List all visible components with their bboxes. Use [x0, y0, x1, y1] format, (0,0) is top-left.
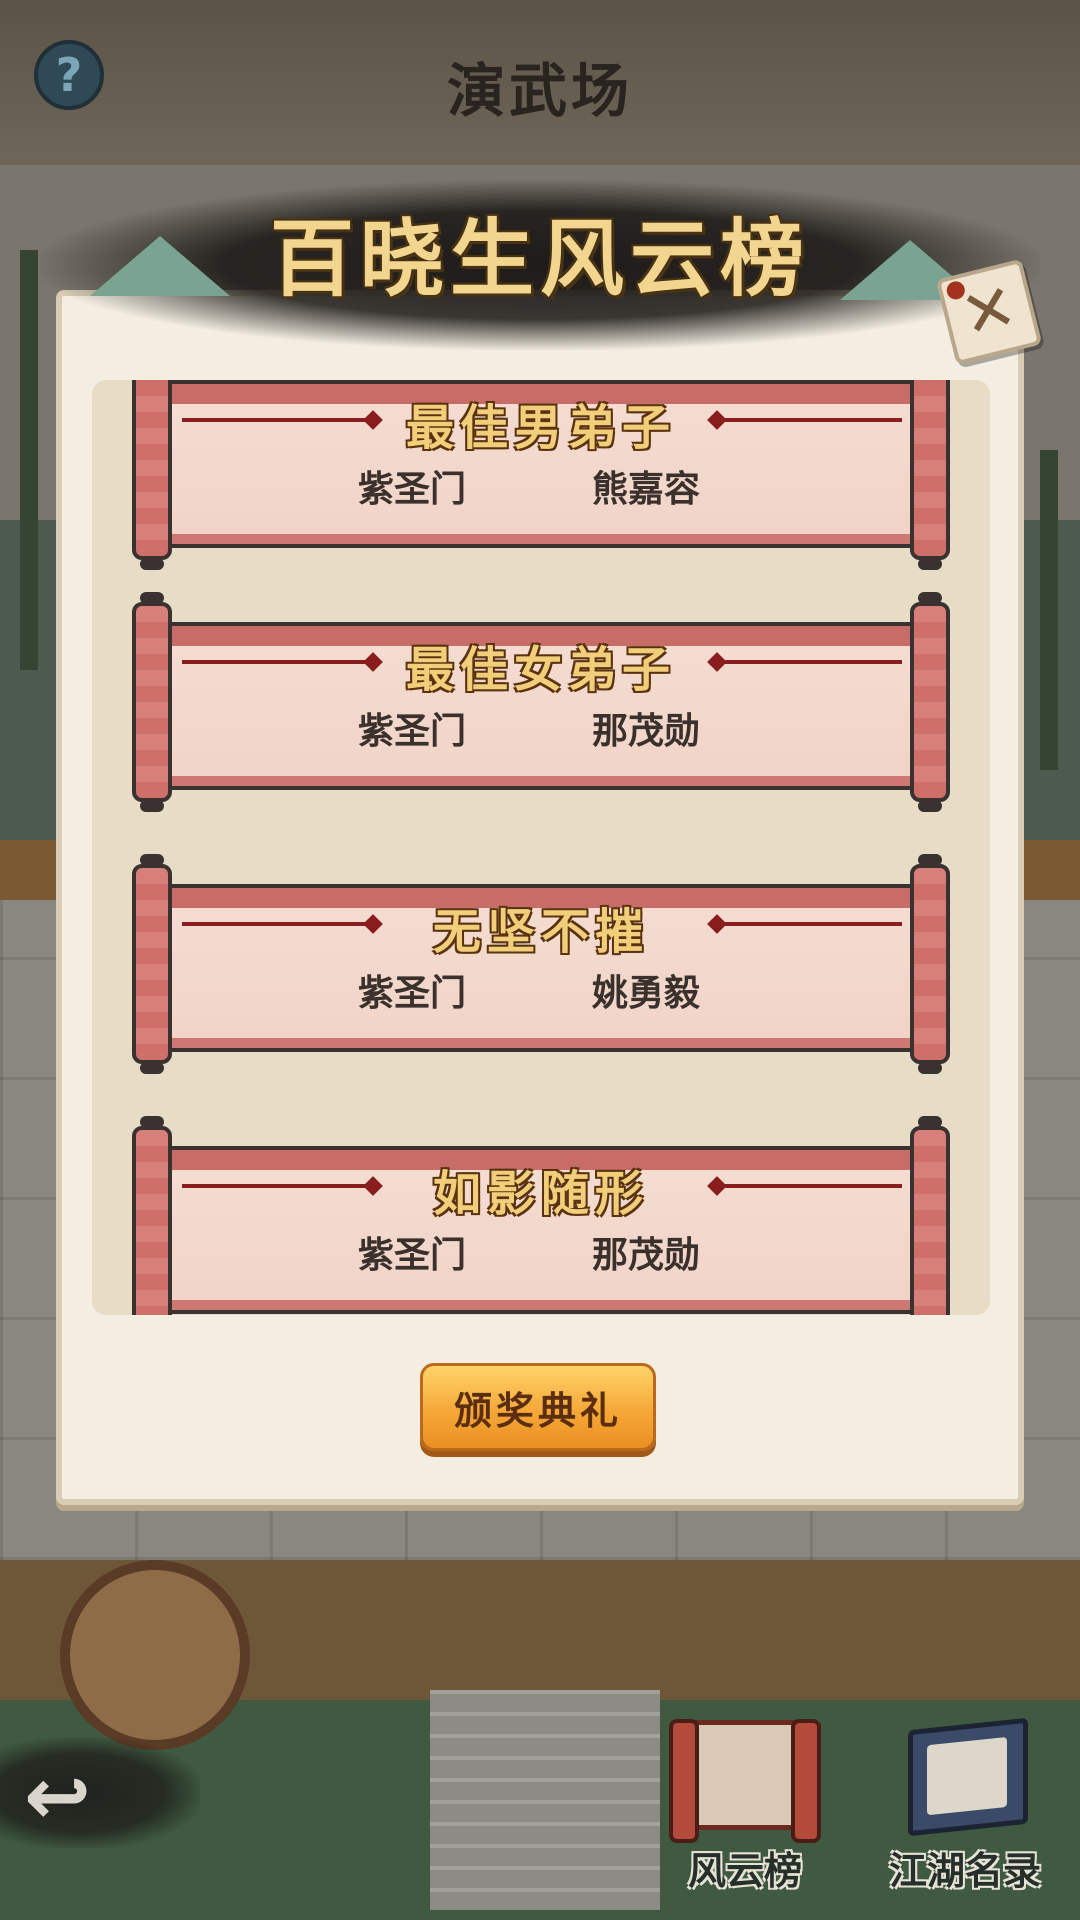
- nav-ranking-button[interactable]: 风云榜: [660, 1719, 830, 1910]
- scroll-roller-right: [910, 380, 950, 570]
- decor-line-right: [712, 660, 902, 664]
- decor-line-right: [712, 922, 902, 926]
- decor-line-right: [712, 1184, 902, 1188]
- nav-ranking-label: 风云榜: [687, 1849, 802, 1893]
- award-title: 如影随形: [432, 1166, 649, 1222]
- scroll-roller-right: [910, 592, 950, 812]
- award-sect: 紫圣门: [358, 469, 467, 510]
- nav-roster-label: 江湖名录: [888, 1849, 1041, 1893]
- award-ceremony-label: 颁奖典礼: [453, 1388, 622, 1433]
- award-title: 最佳女弟子: [405, 642, 676, 698]
- scroll-roller-left: [132, 1116, 172, 1315]
- top-bar: ? 演武场: [0, 0, 1080, 165]
- scroll-roller-right: [910, 854, 950, 1074]
- award-winner: 那茂勋: [592, 711, 701, 752]
- banner-title: 百晓生风云榜: [269, 209, 810, 308]
- decor-line-left: [182, 922, 372, 926]
- award-ceremony-button[interactable]: 颁奖典礼: [420, 1363, 656, 1451]
- close-icon: ✕: [954, 269, 1024, 355]
- award-title: 最佳男弟子: [405, 400, 676, 456]
- award-item: 无坚不摧 紫圣门 姚勇毅: [132, 854, 950, 1074]
- scroll-roller-right: [910, 1116, 950, 1315]
- decor-line-left: [182, 418, 372, 422]
- decor-line-left: [182, 660, 372, 664]
- decor-line-left: [182, 1184, 372, 1188]
- back-button[interactable]: ↩: [0, 1738, 200, 1848]
- award-sect: 紫圣门: [358, 711, 467, 752]
- scroll-roller-left: [132, 854, 172, 1074]
- back-arrow-icon: ↩: [24, 1750, 92, 1843]
- award-winner: 熊嘉容: [592, 469, 701, 510]
- awards-list[interactable]: 最佳男弟子 紫圣门 熊嘉容 最佳女弟子 紫圣门 那茂勋 无坚不摧 紫圣门 姚勇毅: [92, 380, 990, 1315]
- scene-title: 演武场: [446, 57, 633, 125]
- nav-roster-button[interactable]: 江湖名录: [880, 1717, 1050, 1910]
- award-winner: 那茂勋: [592, 1235, 701, 1276]
- scroll-icon: [669, 1719, 821, 1843]
- scroll-roller-left: [132, 592, 172, 812]
- scene-drum: [60, 1560, 250, 1750]
- award-item: 最佳女弟子 紫圣门 那茂勋: [132, 592, 950, 812]
- bamboo-right: [1040, 450, 1058, 770]
- award-winner: 姚勇毅: [592, 973, 701, 1014]
- scroll-roller-left: [132, 380, 172, 570]
- award-item: 如影随形 紫圣门 那茂勋: [132, 1116, 950, 1315]
- book-icon: [908, 1717, 1028, 1837]
- award-sect: 紫圣门: [358, 973, 467, 1014]
- scene-stairs: [430, 1690, 660, 1910]
- bamboo-left: [20, 250, 38, 670]
- award-title: 无坚不摧: [432, 904, 649, 960]
- award-item: 最佳男弟子 紫圣门 熊嘉容: [132, 380, 950, 570]
- award-sect: 紫圣门: [358, 1235, 467, 1276]
- decor-line-right: [712, 418, 902, 422]
